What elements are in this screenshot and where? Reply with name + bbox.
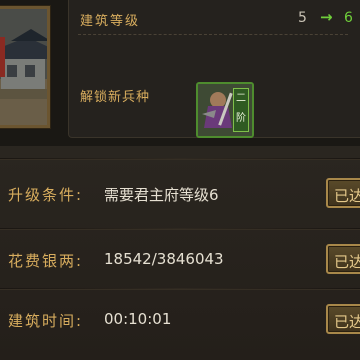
requirement-label: 升级条件:: [8, 186, 84, 204]
next-level: 6: [344, 10, 353, 26]
time-row: 建筑时间: 00:10:01 已达: [0, 294, 360, 350]
status-label: 已达: [334, 187, 360, 205]
row-divider: [0, 228, 360, 230]
building-icon[interactable]: [0, 5, 51, 129]
divider: [78, 34, 348, 35]
unit-tier-badge: 二阶: [233, 88, 249, 132]
cost-row: 花费银两: 18542/3846043 已达: [0, 232, 360, 288]
arrow-right-icon: →: [320, 8, 333, 26]
time-label: 建筑时间:: [8, 312, 84, 330]
cost-label: 花费银两:: [8, 252, 84, 270]
soldier-unit-icon[interactable]: 二阶: [196, 82, 254, 138]
row-divider: [0, 288, 360, 290]
status-label: 已达: [334, 313, 360, 331]
time-status-button[interactable]: 已达: [326, 304, 360, 334]
requirement-status-button[interactable]: 已达: [326, 178, 360, 208]
building-level-label: 建筑等级: [80, 14, 141, 29]
unlock-unit-label: 解锁新兵种: [80, 90, 151, 105]
time-value: 00:10:01: [104, 310, 172, 328]
requirement-row: 升级条件: 需要君主府等级6 已达: [0, 164, 360, 220]
cost-status-button[interactable]: 已达: [326, 244, 360, 274]
cost-value: 18542/3846043: [104, 250, 224, 268]
row-divider: [0, 158, 360, 160]
current-level: 5: [298, 10, 307, 26]
status-label: 已达: [334, 253, 360, 271]
requirement-value: 需要君主府等级6: [104, 186, 219, 204]
